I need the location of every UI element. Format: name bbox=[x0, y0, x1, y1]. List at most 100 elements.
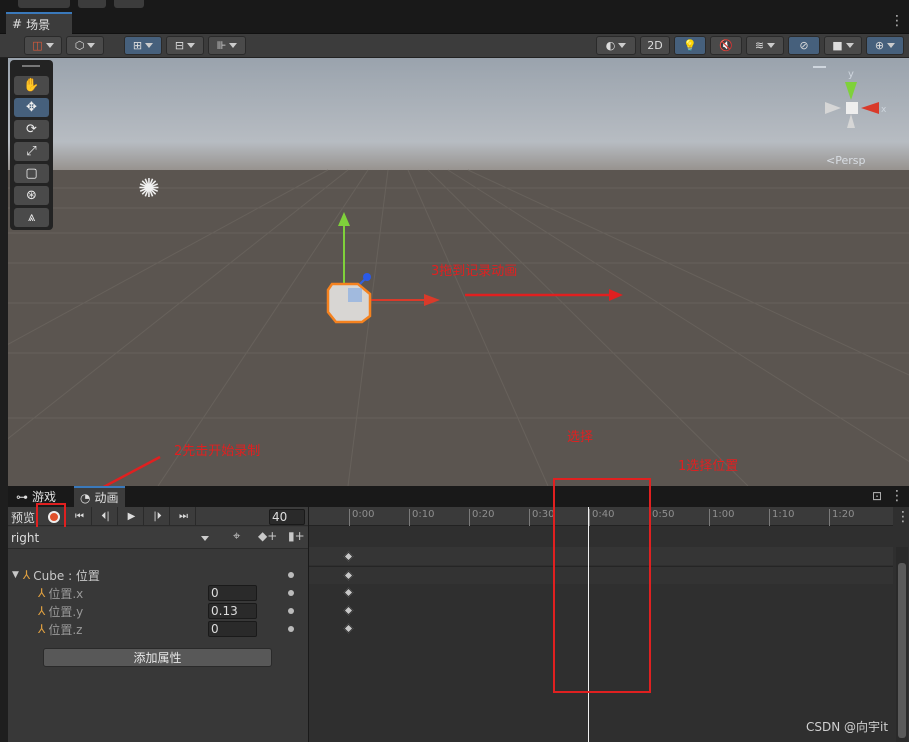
property-value[interactable]: 0 bbox=[208, 621, 257, 637]
shading-mode-button[interactable]: ◐ bbox=[596, 36, 636, 55]
property-value[interactable]: 0.13 bbox=[208, 603, 257, 619]
timeline-scrollbar[interactable] bbox=[896, 547, 908, 742]
object-label: Cube : 位置 bbox=[33, 568, 100, 583]
transform-axes-icon: ⅄ bbox=[38, 586, 46, 600]
add-property-button[interactable]: 添加属性 bbox=[43, 648, 272, 667]
tab-animation[interactable]: ◔ 动画 bbox=[74, 486, 125, 507]
top-strip-button[interactable] bbox=[114, 0, 144, 8]
top-strip-button[interactable] bbox=[78, 0, 106, 8]
add-keyframe-icon[interactable]: ◆+ bbox=[258, 529, 277, 543]
expand-triangle-icon[interactable]: ▼ bbox=[12, 570, 19, 580]
scale-tool-button[interactable]: ⤢ bbox=[14, 142, 49, 161]
scene-tab-bar: # 场景 ⋮ bbox=[0, 10, 909, 34]
animation-properties-pane: 预览 ⏮ ⏴| ▶ |⏵ ⏭ 40 right ⌖ ◆+ ▮+ ▼ ⅄ Cube… bbox=[8, 503, 308, 742]
globe-icon: ⊕ bbox=[874, 39, 885, 52]
rotate-tool-button[interactable]: ⟳ bbox=[14, 120, 49, 139]
property-label: 位置.x bbox=[48, 586, 84, 601]
annotation-step1: 1选择位置 bbox=[678, 459, 739, 474]
timeline-menu-icon[interactable]: ⋮ bbox=[896, 510, 909, 524]
property-label: 位置.z bbox=[48, 622, 83, 637]
transform-axes-icon: ⅄ bbox=[38, 622, 46, 636]
property-dot[interactable] bbox=[288, 626, 294, 632]
property-row[interactable]: ⅄ 位置.z 0 bbox=[8, 620, 308, 638]
property-dot[interactable] bbox=[288, 590, 294, 596]
visibility-toggle-button[interactable]: ⊘ bbox=[788, 36, 820, 55]
move-icon: ✥ bbox=[26, 100, 37, 115]
pivot-mode-button[interactable]: ⬡ bbox=[66, 36, 104, 55]
property-dot[interactable] bbox=[288, 608, 294, 614]
tab-animation-label: 动画 bbox=[94, 491, 119, 505]
ruler-tick: 0:00 bbox=[349, 509, 374, 526]
ruler-tick: 0:20 bbox=[469, 509, 494, 526]
tab-scene[interactable]: # 场景 bbox=[6, 12, 72, 34]
scrollbar-thumb[interactable] bbox=[898, 563, 906, 738]
tab-scene-label: 场景 bbox=[26, 17, 51, 32]
camera-button[interactable]: ■ bbox=[824, 36, 862, 55]
last-key-button[interactable]: ⏭ bbox=[172, 507, 196, 526]
more-menu-icon[interactable]: ⋮ bbox=[890, 14, 904, 28]
bottom-tab-bar: ⊶ 游戏 ◔ 动画 ⊡ ⋮ bbox=[8, 486, 909, 507]
next-key-button[interactable]: |⏵ bbox=[146, 507, 170, 526]
add-event-icon[interactable]: ▮+ bbox=[288, 529, 305, 543]
object-row[interactable]: ▼ ⅄ Cube : 位置 bbox=[8, 566, 308, 584]
audio-toggle-button[interactable]: 🔇 bbox=[710, 36, 742, 55]
keyframe[interactable] bbox=[343, 623, 354, 634]
hand-tool-button[interactable]: ✋ bbox=[14, 76, 49, 95]
rect-icon: ▢ bbox=[25, 166, 38, 181]
keyframe[interactable] bbox=[343, 587, 354, 598]
custom-tool-button[interactable]: ⩓ bbox=[14, 208, 49, 227]
lock-icon[interactable]: ⊡ bbox=[872, 489, 882, 503]
projection-label[interactable]: <Persp bbox=[826, 154, 865, 167]
skip-start-icon: ⏮ bbox=[75, 511, 84, 522]
lighting-toggle-button[interactable]: 💡 bbox=[674, 36, 706, 55]
gizmos-button[interactable]: ⊕ bbox=[866, 36, 904, 55]
grid-snap-icon: ⊞ bbox=[132, 39, 143, 52]
draw-mode-button[interactable]: ◫ bbox=[24, 36, 62, 55]
palette-grip[interactable] bbox=[22, 65, 40, 67]
property-row[interactable]: ⅄ 位置.y 0.13 bbox=[8, 602, 308, 620]
property-label: 位置.y bbox=[48, 604, 84, 619]
property-row[interactable]: ⅄ 位置.x 0 bbox=[8, 584, 308, 602]
move-tool-button[interactable]: ✥ bbox=[14, 98, 49, 117]
gizmo-y-label: y bbox=[848, 69, 854, 80]
crosshair-icon[interactable]: ⌖ bbox=[233, 529, 240, 544]
y-axis-arrow[interactable] bbox=[338, 212, 350, 226]
clip-name: right bbox=[11, 531, 40, 545]
mute-icon: 🔇 bbox=[719, 39, 733, 52]
rect-tool-button[interactable]: ▢ bbox=[14, 164, 49, 183]
layers-icon: ≋ bbox=[754, 39, 765, 52]
prev-key-button[interactable]: ⏴| bbox=[94, 507, 118, 526]
directional-light-icon[interactable]: ✺ bbox=[138, 174, 160, 204]
increment-snap-button[interactable]: ⊟ bbox=[166, 36, 204, 55]
object-dot[interactable] bbox=[288, 572, 294, 578]
more-menu-icon[interactable]: ⋮ bbox=[890, 489, 904, 503]
grid-snap-button[interactable]: ⊞ bbox=[124, 36, 162, 55]
keyframe[interactable] bbox=[343, 570, 354, 581]
transform-axes-icon: ⅄ bbox=[38, 604, 46, 618]
keyframe[interactable] bbox=[343, 605, 354, 616]
keyframe[interactable] bbox=[343, 551, 354, 562]
camera-icon: ■ bbox=[832, 39, 843, 52]
scene-viewport[interactable]: ✺ y x <Persp 3拖到记录动画 选择 2先击开始录制 1选择位置 bbox=[8, 58, 909, 486]
z-axis-handle[interactable] bbox=[363, 273, 371, 281]
clip-selector[interactable]: right ⌖ ◆+ ▮+ bbox=[8, 527, 308, 549]
transform-tool-button[interactable]: ⊛ bbox=[14, 186, 49, 205]
property-value[interactable]: 0 bbox=[208, 585, 257, 601]
preview-toggle[interactable]: 预览 bbox=[11, 509, 35, 526]
ruler-button[interactable]: ⊪ bbox=[208, 36, 246, 55]
x-axis-arrow[interactable] bbox=[424, 294, 440, 306]
play-button[interactable]: ▶ bbox=[120, 507, 144, 526]
ruler-icon: ⊪ bbox=[216, 39, 227, 52]
orientation-gizmo[interactable]: y x bbox=[813, 64, 893, 144]
grid-icon: # bbox=[12, 17, 23, 31]
scale-icon: ⤢ bbox=[26, 144, 37, 159]
ruler-tick: 0:50 bbox=[649, 509, 674, 526]
scene-toolbar: ◫ ⬡ ⊞ ⊟ ⊪ ◐ 2D 💡 🔇 ≋ ⊘ ■ ⊕ bbox=[0, 34, 909, 58]
draw-mode-icon: ◫ bbox=[32, 39, 43, 52]
frame-field[interactable]: 40 bbox=[269, 509, 305, 525]
effects-button[interactable]: ≋ bbox=[746, 36, 784, 55]
top-strip-button[interactable] bbox=[18, 0, 70, 8]
step-forward-icon: |⏵ bbox=[153, 511, 162, 522]
first-key-button[interactable]: ⏮ bbox=[68, 507, 92, 526]
toggle-2d-button[interactable]: 2D bbox=[640, 36, 670, 55]
